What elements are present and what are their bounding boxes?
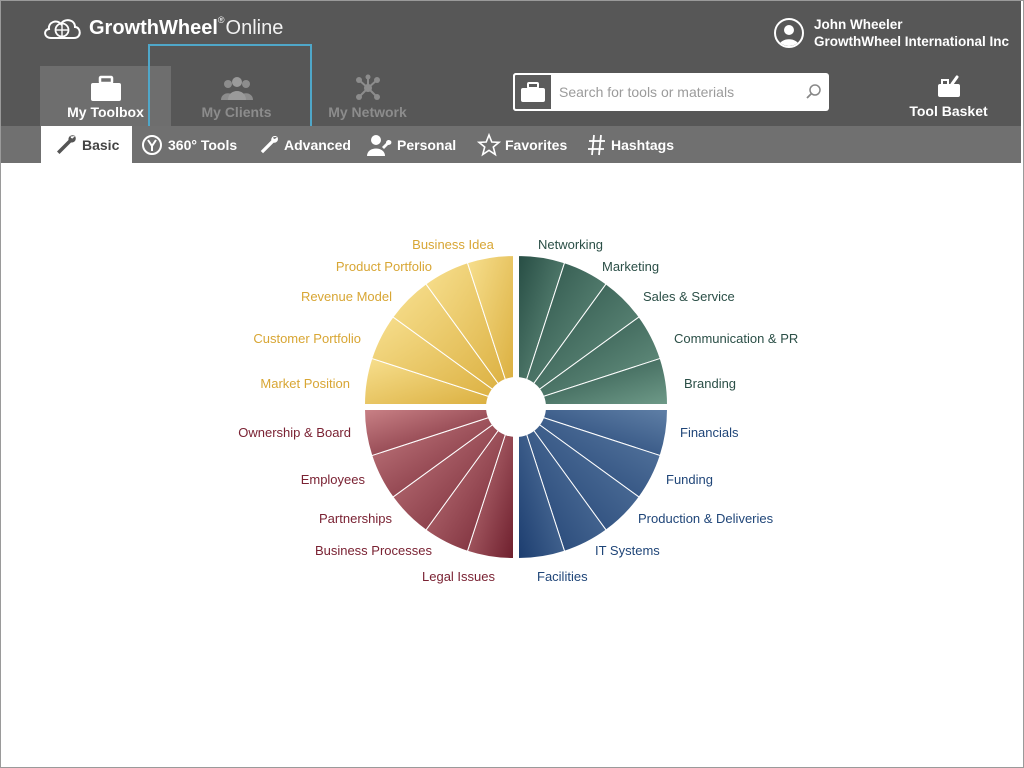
user-text-block: John Wheeler GrowthWheel International I… xyxy=(814,16,1009,50)
subtab-hashtags[interactable]: Hashtags xyxy=(587,126,674,163)
wheel-label-employees[interactable]: Employees xyxy=(301,472,366,487)
wheel-label-customer-portfolio[interactable]: Customer Portfolio xyxy=(253,331,361,346)
nav-tab-label: My Toolbox xyxy=(67,104,144,120)
subtab-favorites[interactable]: Favorites xyxy=(477,126,567,163)
subtab-label: Advanced xyxy=(284,136,351,153)
subtab-personal[interactable]: Personal xyxy=(367,126,456,163)
wheel-label-financials[interactable]: Financials xyxy=(680,425,739,440)
tool-basket-label: Tool Basket xyxy=(909,103,988,119)
nav-tab-my-toolbox[interactable]: My Toolbox xyxy=(40,66,171,126)
network-nodes-icon xyxy=(355,74,380,100)
subtab-advanced[interactable]: Advanced xyxy=(258,126,351,163)
search-input[interactable] xyxy=(557,76,799,108)
subtab-label: 360° Tools xyxy=(168,136,238,153)
nav-tab-label: My Network xyxy=(328,104,407,120)
search-submit-button[interactable] xyxy=(799,77,829,107)
clients-group-icon xyxy=(220,77,253,100)
wheel-label-market-position[interactable]: Market Position xyxy=(260,376,350,391)
wheel-label-revenue-model[interactable]: Revenue Model xyxy=(301,289,392,304)
subtab-label: Basic xyxy=(82,136,120,153)
logo-text-online: Online xyxy=(225,16,284,39)
wheel-label-branding[interactable]: Branding xyxy=(684,376,736,391)
wrench-advanced-icon xyxy=(258,134,280,156)
wheel-label-production-deliveries[interactable]: Production & Deliveries xyxy=(638,511,774,526)
person-wrench-icon xyxy=(367,133,393,157)
user-silhouette-icon xyxy=(778,25,799,46)
wheel-label-networking[interactable]: Networking xyxy=(538,237,603,252)
wheel-label-ownership-board[interactable]: Ownership & Board xyxy=(238,425,351,440)
wheel-label-product-portfolio[interactable]: Product Portfolio xyxy=(336,259,432,274)
toolbox-icon xyxy=(90,75,121,101)
logo-registered-mark: ® xyxy=(217,15,225,25)
subtab-label: Favorites xyxy=(505,136,568,153)
logo-text-bold: GrowthWheel xyxy=(89,16,218,39)
wheel-label-business-idea[interactable]: Business Idea xyxy=(412,237,494,252)
user-company: GrowthWheel International Inc xyxy=(813,34,1009,49)
nav-tab-label: My Clients xyxy=(201,104,272,120)
wheel-label-facilities[interactable]: Facilities xyxy=(537,569,588,584)
star-icon xyxy=(477,132,501,157)
wheel-label-business-processes[interactable]: Business Processes xyxy=(315,543,433,558)
nav-tab-my-network[interactable]: My Network xyxy=(302,66,433,126)
tool-basket-icon xyxy=(937,75,960,97)
wheel-label-funding[interactable]: Funding xyxy=(666,472,713,487)
wheel-label-legal-issues[interactable]: Legal Issues xyxy=(422,569,495,584)
subtab-label: Personal xyxy=(397,136,457,153)
growth-wheel: Business Idea Product Portfolio Revenue … xyxy=(238,237,798,584)
tool-basket-button[interactable]: Tool Basket xyxy=(901,73,996,119)
nav-tab-my-clients[interactable]: My Clients xyxy=(171,66,302,126)
wheel-center-hole xyxy=(486,377,546,437)
subtab-label: Hashtags xyxy=(611,136,675,153)
sub-navigation: Basic 360° Tools Advanced Personal Favor… xyxy=(1,126,1021,163)
hashtag-icon xyxy=(587,133,607,157)
wrench-icon xyxy=(54,133,78,157)
wheel-label-it-systems[interactable]: IT Systems xyxy=(595,543,660,558)
user-name: John Wheeler xyxy=(813,17,903,32)
top-header: GrowthWheel ® Online John Wheeler GrowthWh… xyxy=(1,1,1021,136)
search-bar[interactable] xyxy=(513,73,829,111)
wheel-label-marketing[interactable]: Marketing xyxy=(602,259,659,274)
search-toolbox-button[interactable] xyxy=(513,73,553,111)
subtab-basic[interactable]: Basic xyxy=(41,126,133,163)
wheel-label-communication-pr[interactable]: Communication & PR xyxy=(674,331,798,346)
cloud-wheel-icon xyxy=(44,19,81,39)
circle-360-icon xyxy=(140,133,164,157)
search-icon xyxy=(806,84,821,99)
wheel-label-sales-service[interactable]: Sales & Service xyxy=(643,289,735,304)
user-profile[interactable]: John Wheeler GrowthWheel International I… xyxy=(773,15,1009,51)
avatar[interactable] xyxy=(773,18,804,48)
subtab-360-tools[interactable]: 360° Tools xyxy=(140,126,237,163)
wheel-label-partnerships[interactable]: Partnerships xyxy=(319,511,392,526)
briefcase-icon xyxy=(521,82,545,102)
app-logo[interactable]: GrowthWheel ® Online xyxy=(41,13,283,43)
